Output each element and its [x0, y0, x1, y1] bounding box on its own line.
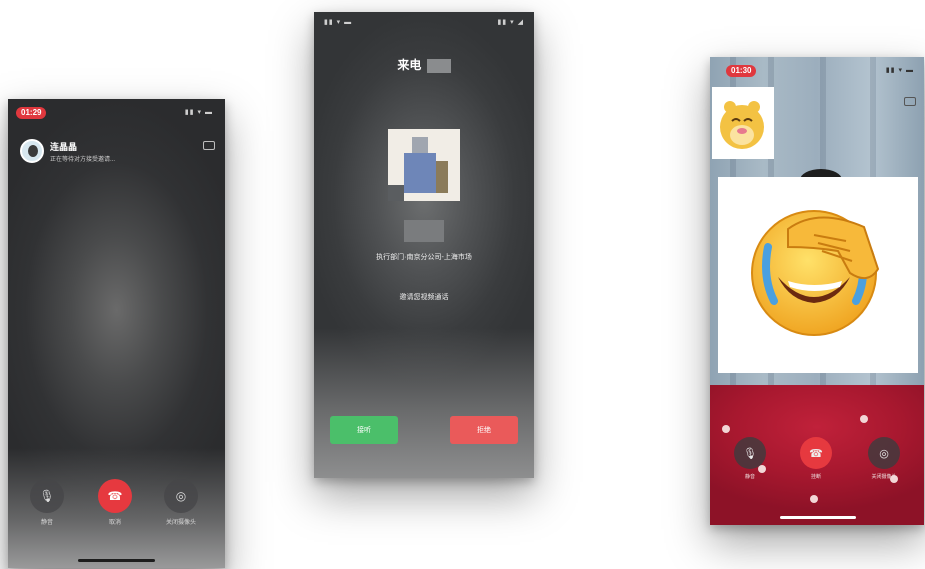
switch-camera-icon[interactable] — [904, 97, 916, 106]
photo-mosaic-head — [412, 137, 428, 153]
caller-name: 连晶晶 — [50, 142, 78, 152]
redacted-caller-name — [404, 220, 444, 242]
decline-button[interactable]: 拒绝 — [450, 416, 518, 444]
camera-off-label: 关闭摄像头 — [165, 520, 196, 526]
caller-organization: 执行部门·南京分公司-上海市场 — [376, 254, 472, 261]
shirt-dot — [758, 465, 766, 473]
camera-icon: ◎ — [175, 489, 187, 503]
mute-label: 静音 — [744, 474, 755, 480]
screenshot-collage: 01:29 ▮▮ ▾ ▬ 连晶晶 正在等待对方接受邀请... 🎙 静音 ☎ 取消… — [0, 0, 925, 569]
status-bar-icons: ▮▮ ▾ ◢ — [497, 19, 524, 26]
mute-icon: 🎙 — [743, 447, 757, 460]
phone-incoming-call: ▮▮ ▾ ▬ ▮▮ ▾ ◢ 来电 执行部门·南京分公司-上海市场 邀请您视频通话… — [314, 12, 534, 478]
status-bar-icons: ▮▮ ▾ ▬ — [885, 67, 914, 74]
shirt-dot — [722, 425, 730, 433]
facepalm-emoji-icon — [751, 210, 880, 336]
redacted-name — [426, 58, 451, 73]
shirt-dot — [810, 495, 818, 503]
hamster-sticker-icon — [720, 101, 764, 149]
hangup-label: 取消 — [108, 520, 121, 526]
hangup-icon: ☎ — [809, 447, 823, 460]
camera-off-button[interactable]: ◎ — [164, 479, 198, 513]
photo-mosaic-chair — [436, 161, 448, 193]
caller-avatar — [20, 139, 44, 163]
call-timer: 01:29 — [16, 107, 47, 119]
hangup-icon: ☎ — [107, 489, 123, 503]
facepalm-sticker — [718, 177, 918, 373]
incoming-call-title: 来电 — [314, 56, 534, 73]
photo-mosaic-corner — [388, 185, 404, 201]
hangup-label: 挂断 — [810, 474, 821, 480]
caller-photo — [388, 129, 460, 201]
background-blur — [314, 328, 534, 478]
call-timer: 01:30 — [726, 65, 757, 77]
incoming-call-title-text: 来电 — [397, 58, 422, 72]
switch-camera-icon[interactable] — [203, 141, 215, 150]
hangup-button[interactable]: ☎ — [800, 437, 832, 469]
home-indicator[interactable] — [780, 516, 856, 519]
self-view-thumbnail[interactable] — [712, 87, 774, 159]
mute-icon: 🎙 — [39, 489, 55, 503]
hangup-button[interactable]: ☎ — [98, 479, 132, 513]
status-bar-icons: ▮▮ ▾ ▬ — [184, 109, 213, 116]
call-status-text: 正在等待对方接受邀请... — [50, 157, 116, 163]
shirt-dot — [860, 415, 868, 423]
invite-text: 邀请您视频通话 — [399, 294, 449, 301]
status-bar-left: ▮▮ ▾ ▬ — [324, 19, 353, 26]
phone-video-call: 01:30 ▮▮ ▾ ▬ 🎙 静音 ☎ 挂断 ◎ 关闭摄像头 — [710, 57, 924, 525]
camera-off-label: 关闭摄像头 — [871, 474, 897, 480]
answer-button[interactable]: 接听 — [330, 416, 398, 444]
mute-button[interactable]: 🎙 — [734, 437, 766, 469]
phone-outgoing-call: 01:29 ▮▮ ▾ ▬ 连晶晶 正在等待对方接受邀请... 🎙 静音 ☎ 取消… — [8, 99, 225, 568]
photo-mosaic-body — [404, 153, 436, 193]
mute-button[interactable]: 🎙 — [30, 479, 64, 513]
camera-off-button[interactable]: ◎ — [868, 437, 900, 469]
home-indicator[interactable] — [78, 559, 155, 562]
mute-label: 静音 — [40, 520, 53, 526]
camera-icon: ◎ — [879, 447, 889, 460]
